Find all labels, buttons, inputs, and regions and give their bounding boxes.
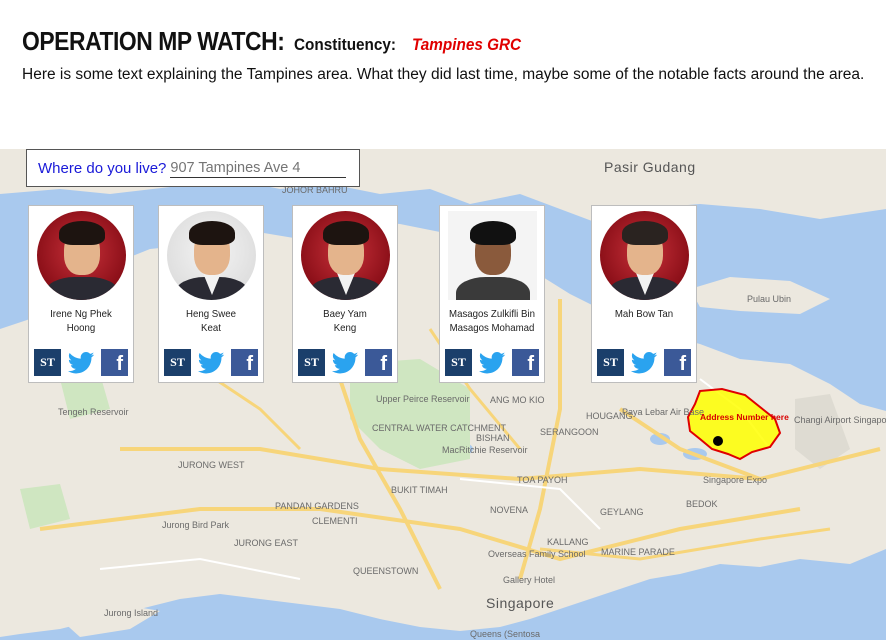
mp-photo (301, 211, 390, 300)
mp-social-links: ST f (298, 349, 392, 376)
map-label-changi: Changi Airport Singapore (794, 415, 886, 425)
address-input[interactable] (170, 158, 347, 178)
map-label-novena: NOVENA (490, 505, 529, 515)
mp-name: Baey Yam Keng (323, 308, 367, 334)
mp-social-links: ST f (164, 349, 258, 376)
map-label-jurong-island: Jurong Island (104, 608, 159, 618)
facebook-icon[interactable]: f (512, 349, 539, 376)
map-label-kallang: KALLANG (547, 537, 589, 547)
mp-card: Mah Bow Tan ST f (591, 205, 697, 383)
st-icon[interactable]: ST (34, 349, 61, 376)
map-label-ang-mo-kio: ANG MO KIO (490, 395, 545, 405)
search-label: Where do you live? (38, 159, 167, 177)
map-label-marine-parade: MARINE PARADE (601, 547, 675, 557)
map-label-toa-payoh: TOA PAYOH (517, 475, 568, 485)
page-title: OPERATION MP WATCH: (22, 26, 285, 56)
mp-photo (448, 211, 537, 300)
st-icon[interactable]: ST (597, 349, 624, 376)
facebook-icon[interactable]: f (664, 349, 691, 376)
twitter-icon[interactable] (197, 349, 225, 376)
map-label-singapore-expo: Singapore Expo (703, 475, 768, 485)
st-icon[interactable]: ST (445, 349, 472, 376)
mp-photo (600, 211, 689, 300)
address-marker-dot (713, 436, 723, 446)
mp-photo (167, 211, 256, 300)
map-label-upper-peirce: Upper Peirce Reservoir (376, 394, 470, 404)
map-label-jurong-bird-park: Jurong Bird Park (162, 520, 230, 530)
mp-social-links: ST f (597, 349, 691, 376)
st-icon[interactable]: ST (298, 349, 325, 376)
map-label-clementi: CLEMENTI (312, 516, 358, 526)
map-label-gallery-hotel: Gallery Hotel (503, 575, 556, 585)
map-label-paya-lebar: Paya Lebar Air Base (622, 407, 705, 417)
map-label-bedok: BEDOK (686, 499, 718, 509)
map-label-pasir-gudang: Pasir Gudang (604, 159, 696, 175)
address-marker-label: Address Number here (700, 412, 789, 422)
map-label-pulau-ubin: Pulau Ubin (747, 294, 792, 304)
map-label-bishan: BISHAN (476, 433, 510, 443)
mp-photo (37, 211, 126, 300)
map-label-serangoon: SERANGOON (540, 427, 599, 437)
address-search: Where do you live? (26, 149, 360, 187)
map-label-pandan: PANDAN GARDENS (275, 501, 359, 511)
mp-card: Irene Ng Phek Hoong ST f (28, 205, 134, 383)
map-label-overseas-family-school: Overseas Family School (488, 549, 586, 559)
mp-name: Heng Swee Keat (186, 308, 236, 334)
mp-card: Masagos Zulkifli Bin Masagos Mohamad ST f (439, 205, 545, 383)
map-label-queens: Queens (Sentosa (470, 629, 541, 639)
map-label-hougang: HOUGANG (586, 411, 633, 421)
mp-card: Baey Yam Keng ST f (292, 205, 398, 383)
map-label-bukit-timah: BUKIT TIMAH (391, 485, 448, 495)
mp-social-links: ST f (34, 349, 128, 376)
map-label-central-water: CENTRAL WATER CATCHMENT (372, 423, 506, 433)
mp-name: Irene Ng Phek Hoong (50, 308, 112, 334)
mp-name: Masagos Zulkifli Bin Masagos Mohamad (449, 308, 535, 334)
map-label-geylang: GEYLANG (600, 507, 644, 517)
map-label-jurong-east: JURONG EAST (234, 538, 299, 548)
map-label-tengeh: Tengeh Reservoir (58, 407, 129, 417)
twitter-icon[interactable] (331, 349, 359, 376)
map-label-queenstown: QUEENSTOWN (353, 566, 419, 576)
twitter-icon[interactable] (67, 349, 95, 376)
page-header: OPERATION MP WATCH: Constituency: Tampin… (22, 26, 872, 87)
facebook-icon[interactable]: f (101, 349, 128, 376)
facebook-icon[interactable]: f (231, 349, 258, 376)
mp-social-links: ST f (445, 349, 539, 376)
twitter-icon[interactable] (630, 349, 658, 376)
constituency-value: Tampines GRC (411, 35, 521, 54)
twitter-icon[interactable] (478, 349, 506, 376)
intro-text: Here is some text explaining the Tampine… (22, 66, 865, 83)
title-line: OPERATION MP WATCH: Constituency: Tampin… (22, 26, 872, 57)
facebook-icon[interactable]: f (365, 349, 392, 376)
mp-card: Heng Swee Keat ST f (158, 205, 264, 383)
st-icon[interactable]: ST (164, 349, 191, 376)
map-label-macritchie: MacRitchie Reservoir (442, 445, 528, 455)
map-label-singapore: Singapore (486, 595, 555, 611)
constituency-label: Constituency: (294, 35, 397, 54)
map-label-jurong-west: JURONG WEST (178, 460, 245, 470)
mp-name: Mah Bow Tan (614, 308, 674, 320)
